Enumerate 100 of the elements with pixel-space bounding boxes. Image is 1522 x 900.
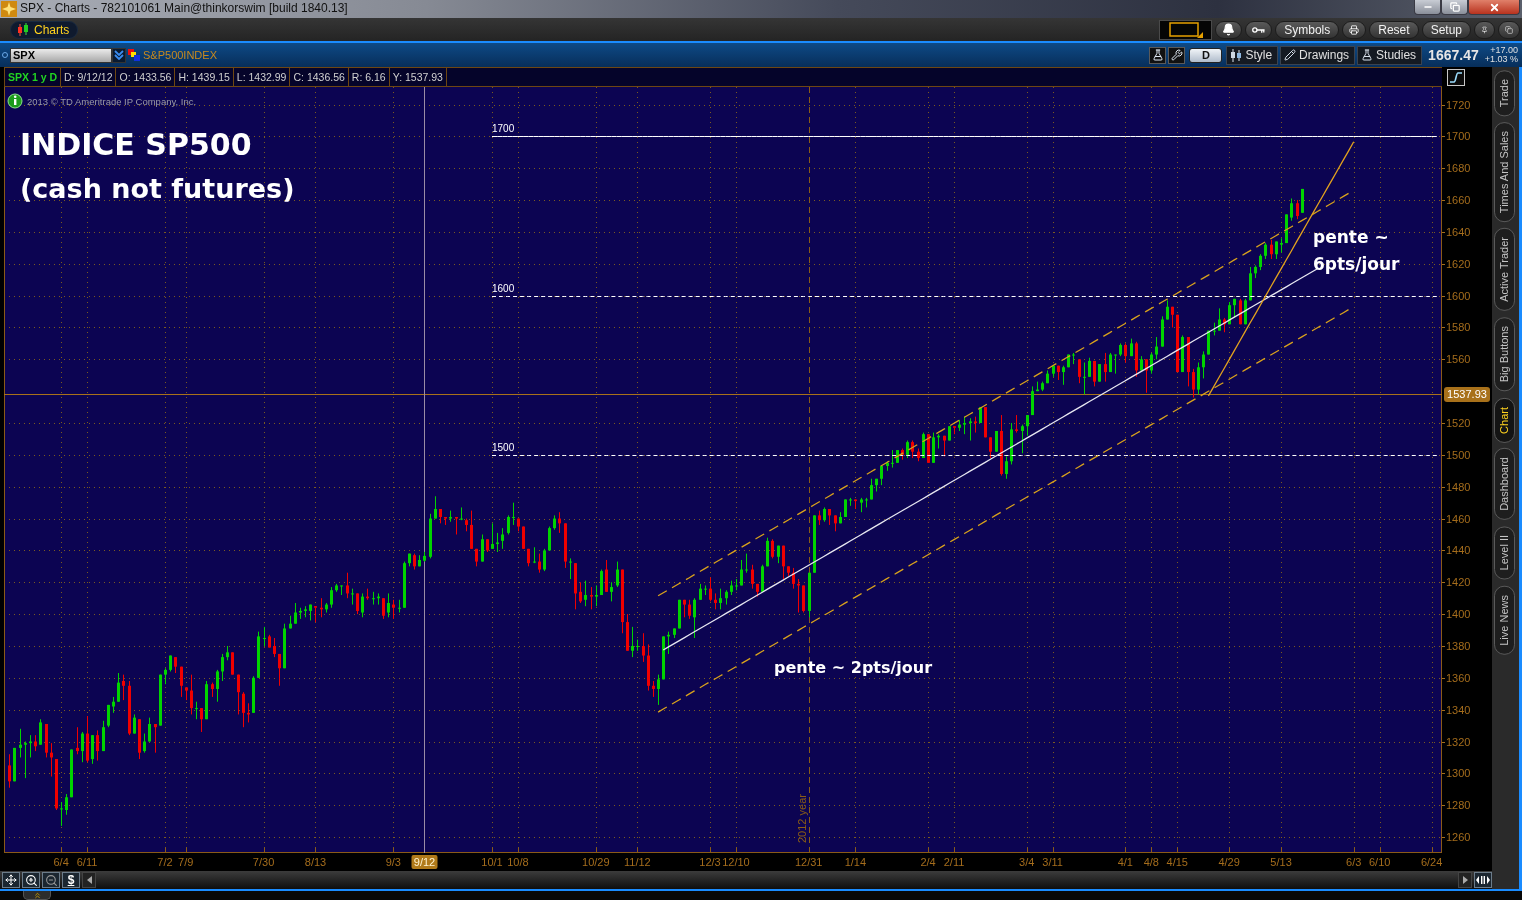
expand-arrows-icon [1476,875,1490,885]
candlestick [273,637,276,658]
candlestick [865,497,868,508]
alerts-button[interactable] [1215,20,1243,39]
flask-icon [1151,49,1164,61]
candlestick [507,514,510,535]
candlestick [1239,298,1242,325]
candlestick [195,701,198,720]
currency-button[interactable]: $ [62,872,80,888]
restore-icon [1449,2,1460,12]
price-axis-label: 1320 [1446,735,1471,748]
toolbar-button[interactable]: Symbols [1275,20,1340,39]
date-axis-label: 10/29 [582,856,610,868]
detach-button[interactable] [1498,20,1520,39]
candlestick [1192,368,1195,399]
candlestick [465,518,468,532]
candlestick [657,674,660,706]
candlestick [828,508,831,526]
candlestick [24,741,27,779]
candlestick [553,514,556,531]
link-box-button[interactable] [1159,19,1213,40]
scroll-left-button[interactable] [82,872,96,888]
studies-tool-button[interactable] [1149,46,1167,64]
candlestick [647,643,650,692]
candlestick [953,425,956,435]
side-tab[interactable]: Dashboard [1494,448,1515,521]
candlestick [1109,352,1112,373]
candlestick [237,674,240,715]
candlestick [1275,240,1278,260]
candlestick [221,653,224,682]
dropdown-button[interactable] [112,47,126,63]
candlestick [1228,301,1231,325]
candlestick [76,726,79,755]
quote-value: H: 1439.15 [175,68,234,86]
close-button[interactable] [1468,0,1520,15]
candlestick [1223,317,1226,333]
candlestick [802,584,805,614]
aggregation-button[interactable]: D [1189,47,1223,63]
toolbar-button[interactable]: Setup [1421,20,1471,39]
candlestick [595,584,598,607]
minimize-button[interactable] [1414,0,1441,15]
candlestick [834,514,837,532]
price-axis-label: 1580 [1446,321,1471,334]
candlestick-icon [16,22,30,37]
restore-button[interactable] [1441,0,1468,15]
date-axis-label: 6/24 [1420,856,1443,868]
candlestick [418,554,421,567]
candlestick [429,513,432,559]
side-tab[interactable]: Level II [1494,526,1515,580]
side-tab[interactable]: Trade [1494,70,1515,117]
side-tab[interactable]: Live News [1494,585,1515,655]
window-title: SPX - Charts - 782101061 Main@thinkorswim [build 1840.13] [20,0,348,16]
print-button[interactable] [1342,20,1367,39]
settings-tool-button[interactable] [1168,46,1186,64]
candlestick [403,561,406,609]
toolbar-button[interactable]: Reset [1369,20,1419,39]
key-button[interactable] [1245,20,1273,39]
pin-button[interactable] [1474,20,1495,39]
curve-icon[interactable] [1447,68,1465,86]
chart-menu-button[interactable]: Style [1226,45,1279,65]
candlestick [1280,237,1283,254]
candlestick [387,592,390,618]
candlestick [797,578,800,614]
candlestick [730,580,733,596]
candlestick [340,584,343,596]
candlestick [766,537,769,567]
candlestick [289,615,292,629]
fit-width-button[interactable] [1474,872,1492,888]
price-axis-label: 1400 [1446,608,1471,621]
candlestick [1233,298,1236,319]
chart-menu-button[interactable]: Studies [1357,45,1423,65]
chart-menu-button[interactable]: Drawings [1280,45,1356,65]
candlestick [1140,355,1143,371]
side-tab[interactable]: Times And Sales [1494,122,1515,223]
side-tab[interactable]: Chart [1494,397,1515,443]
date-axis-label: 2/4 [920,856,936,868]
candlestick [517,518,520,532]
pan-button[interactable] [2,872,20,888]
candlestick [673,627,676,639]
candlestick [309,604,312,621]
candlestick [169,655,172,672]
candlestick [185,686,188,701]
candlestick [1202,350,1205,379]
collapse-tab[interactable] [23,891,51,900]
scroll-right-button[interactable] [1458,872,1472,888]
chevron-down-icon [114,50,124,60]
side-tab[interactable]: Big Buttons [1494,317,1515,392]
candlestick [1166,299,1169,320]
zoom-out-button[interactable] [42,872,60,888]
symbol-field[interactable]: SPX [10,47,112,63]
candlestick [1119,342,1122,357]
date-axis-label: 1/14 [844,856,867,868]
copyright-text: 2013 © TD Ameritrade IP Company, Inc. [27,96,197,107]
candlestick [1036,381,1039,392]
candlestick [413,553,416,571]
side-tab[interactable]: Active Trader [1494,228,1515,312]
app-tab[interactable]: Charts [10,20,79,39]
candlestick [133,713,136,735]
candlestick [621,569,624,634]
zoom-in-button[interactable] [22,872,40,888]
